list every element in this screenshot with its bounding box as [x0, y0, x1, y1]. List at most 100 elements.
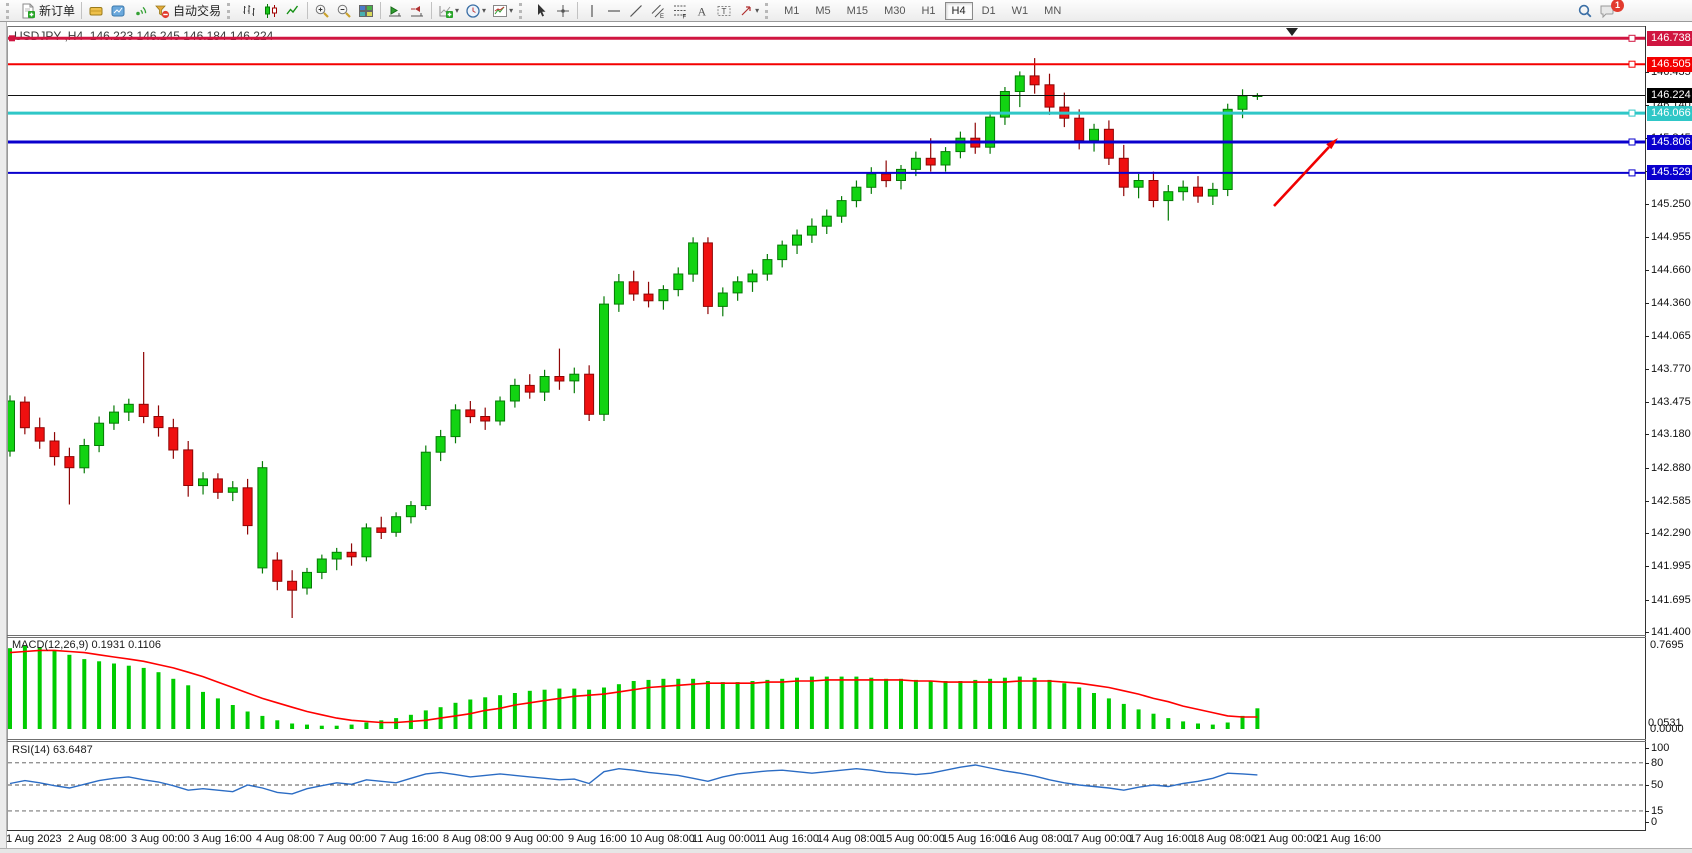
pane-separator[interactable]	[7, 635, 1646, 636]
price-axis-tick-label: 142.290	[1651, 527, 1691, 539]
toolbar-grip[interactable]	[227, 3, 235, 19]
bar-chart-button[interactable]	[238, 1, 260, 21]
toolbar-grip[interactable]	[519, 3, 527, 19]
market-watch-button[interactable]	[107, 1, 129, 21]
templates-button[interactable]: ▾	[489, 1, 516, 21]
time-axis-label: 21 Aug 16:00	[1316, 833, 1381, 845]
tile-windows-icon	[358, 3, 374, 19]
line-chart-button[interactable]	[282, 1, 304, 21]
notification-badge: 1	[1611, 0, 1624, 12]
text-tool-button[interactable]: A	[691, 1, 713, 21]
toolbar-separator	[577, 2, 578, 19]
zoom-in-button[interactable]	[311, 1, 333, 21]
price-axis-line	[1645, 26, 1646, 831]
new-order-icon	[20, 3, 36, 19]
toolbox-button[interactable]	[85, 1, 107, 21]
zoom-out-icon	[336, 3, 352, 19]
candlestick-chart-button[interactable]	[260, 1, 282, 21]
rsi-indicator-pane[interactable]	[8, 742, 1645, 830]
chart-frame-top	[7, 26, 1646, 27]
clock-icon	[465, 3, 481, 19]
toolbar-grip[interactable]	[765, 3, 773, 19]
rsi-level-label: 100	[1651, 742, 1669, 754]
timeframe-button-mn[interactable]: MN	[1037, 2, 1068, 20]
search-button[interactable]	[1574, 1, 1596, 21]
timeframe-button-m30[interactable]: M30	[877, 2, 912, 20]
price-axis-tick-label: 144.660	[1651, 264, 1691, 276]
chart-shift-button[interactable]	[406, 1, 428, 21]
price-chart-pane[interactable]	[8, 27, 1645, 635]
cursor-button[interactable]	[530, 1, 552, 21]
timeframe-button-m5[interactable]: M5	[808, 2, 837, 20]
tile-windows-button[interactable]	[355, 1, 377, 21]
time-axis-label: 9 Aug 16:00	[568, 833, 627, 845]
macd-axis-zero-label: 0.0000	[1650, 723, 1684, 735]
zoom-out-button[interactable]	[333, 1, 355, 21]
pane-separator[interactable]	[7, 739, 1646, 740]
timeframe-button-d1[interactable]: D1	[975, 2, 1003, 20]
arrows-tool-button[interactable]: ▾	[735, 1, 762, 21]
text-label-tool-button[interactable]: T	[713, 1, 735, 21]
time-axis-label: 7 Aug 00:00	[318, 833, 377, 845]
price-line-tag[interactable]: 145.806	[1647, 135, 1692, 150]
window-left-edge	[0, 22, 7, 853]
periods-button[interactable]: ▾	[462, 1, 489, 21]
timeframe-button-h4[interactable]: H4	[945, 2, 973, 20]
zoom-in-icon	[314, 3, 330, 19]
time-axis-label: 14 Aug 08:00	[817, 833, 882, 845]
signals-button[interactable]	[129, 1, 151, 21]
text-label-icon: T	[716, 3, 732, 19]
fibonacci-tool-button[interactable]: F	[669, 1, 691, 21]
time-axis-label: 18 Aug 08:00	[1192, 833, 1257, 845]
price-axis-tick-label: 141.995	[1651, 560, 1691, 572]
price-line-tag[interactable]: 146.738	[1647, 31, 1692, 46]
channel-tool-button[interactable]: E	[647, 1, 669, 21]
trendline-tool-button[interactable]	[625, 1, 647, 21]
pane-separator[interactable]	[7, 741, 1646, 742]
chart-frame-left	[7, 26, 8, 831]
time-axis-label: 3 Aug 16:00	[193, 833, 252, 845]
toolbar-separator	[380, 2, 381, 19]
time-axis-label: 3 Aug 00:00	[131, 833, 190, 845]
chart-frame-bottom	[7, 830, 1646, 831]
chevron-down-icon: ▾	[509, 6, 513, 15]
price-line-tag[interactable]: 145.529	[1647, 165, 1692, 180]
macd-indicator-pane[interactable]	[8, 637, 1645, 740]
time-axis-label: 17 Aug 00:00	[1067, 833, 1132, 845]
chevron-down-icon: ▾	[755, 6, 759, 15]
toolbar-grip[interactable]	[6, 3, 14, 19]
rsi-level-label: 0	[1651, 816, 1657, 828]
market-watch-icon	[110, 3, 126, 19]
price-axis-tick-label: 143.770	[1651, 363, 1691, 375]
vertical-line-tool-button[interactable]	[581, 1, 603, 21]
pane-separator[interactable]	[7, 637, 1646, 638]
timeframe-button-h1[interactable]: H1	[914, 2, 942, 20]
timeframe-group: M1M5M15M30H1H4D1W1MN	[776, 2, 1069, 20]
new-order-button[interactable]: 新订单	[17, 1, 78, 21]
price-line-tag[interactable]: 146.066	[1647, 106, 1692, 121]
notifications-button[interactable]: 1	[1596, 1, 1618, 21]
price-axis-tick-label: 144.065	[1651, 330, 1691, 342]
add-indicator-button[interactable]: ▾	[435, 1, 462, 21]
auto-scroll-button[interactable]	[384, 1, 406, 21]
chart-title: USDJPY ,H4 146.223 146.245 146.184 146.2…	[14, 29, 273, 43]
time-axis-label: 15 Aug 00:00	[880, 833, 945, 845]
timeframe-button-m15[interactable]: M15	[840, 2, 875, 20]
vertical-line-icon	[584, 3, 600, 19]
price-line-tag[interactable]: 146.505	[1647, 57, 1692, 72]
toolbox-icon	[88, 3, 104, 19]
price-axis-tick-label: 141.400	[1651, 626, 1691, 638]
time-axis-label: 9 Aug 00:00	[505, 833, 564, 845]
rsi-level-label: 15	[1651, 805, 1663, 817]
window-bottom-edge	[0, 848, 1692, 853]
time-axis-label: 11 Aug 00:00	[692, 833, 756, 845]
equidistant-channel-icon: E	[650, 3, 666, 19]
timeframe-button-w1[interactable]: W1	[1005, 2, 1036, 20]
price-axis-tick-label: 145.550	[1651, 165, 1691, 177]
auto-trading-button[interactable]: 自动交易	[151, 1, 224, 21]
horizontal-line-tool-button[interactable]	[603, 1, 625, 21]
time-axis-label: 4 Aug 08:00	[256, 833, 315, 845]
crosshair-button[interactable]	[552, 1, 574, 21]
timeframe-button-m1[interactable]: M1	[777, 2, 806, 20]
price-axis-tick-label: 141.695	[1651, 594, 1691, 606]
